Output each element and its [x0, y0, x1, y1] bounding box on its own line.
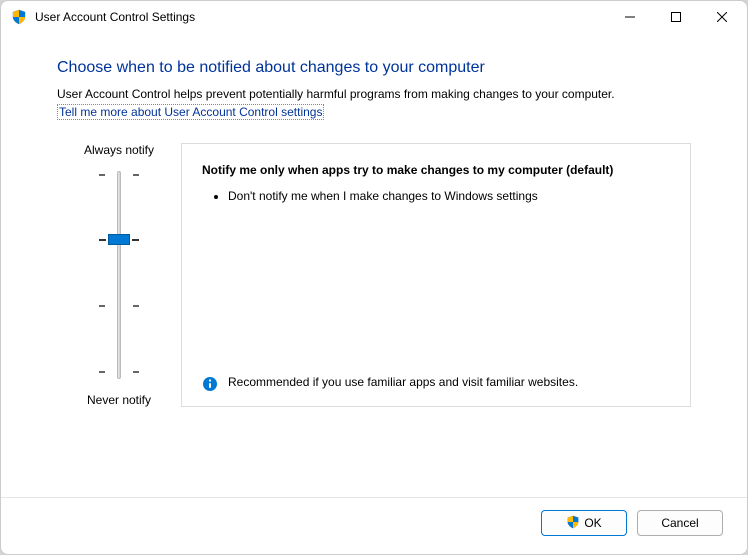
maximize-button[interactable]	[653, 1, 699, 33]
uac-slider[interactable]	[89, 165, 149, 385]
ok-button[interactable]: OK	[541, 510, 627, 536]
uac-settings-window: User Account Control Settings Choose whe…	[0, 0, 748, 555]
slider-tick	[99, 371, 105, 373]
cancel-label: Cancel	[661, 516, 698, 530]
page-description: User Account Control helps prevent poten…	[57, 87, 691, 101]
info-bullets: Don't notify me when I make changes to W…	[202, 188, 670, 205]
slider-track	[117, 171, 121, 379]
slider-bottom-label: Never notify	[87, 393, 151, 407]
recommendation-text: Recommended if you use familiar apps and…	[228, 375, 578, 389]
window-title: User Account Control Settings	[35, 10, 607, 24]
window-controls	[607, 1, 745, 33]
thumb-dash	[132, 239, 139, 241]
slider-tick	[133, 174, 139, 176]
shield-icon	[11, 9, 27, 25]
slider-tick	[99, 305, 105, 307]
slider-top-label: Always notify	[84, 143, 154, 157]
slider-tick	[133, 305, 139, 307]
content-area: Choose when to be notified about changes…	[1, 33, 747, 497]
minimize-button[interactable]	[607, 1, 653, 33]
info-icon	[202, 376, 218, 392]
slider-tick	[133, 371, 139, 373]
notification-info-box: Notify me only when apps try to make cha…	[181, 143, 691, 407]
learn-more-link[interactable]: Tell me more about User Account Control …	[57, 104, 324, 120]
titlebar: User Account Control Settings	[1, 1, 747, 33]
info-bullet: Don't notify me when I make changes to W…	[228, 188, 670, 205]
cancel-button[interactable]: Cancel	[637, 510, 723, 536]
slider-column: Always notify Never notify	[57, 143, 181, 407]
slider-tick	[99, 174, 105, 176]
slider-section: Always notify Never notify	[57, 143, 691, 407]
thumb-dash	[99, 239, 106, 241]
shield-icon	[566, 515, 580, 532]
slider-thumb[interactable]	[108, 234, 130, 245]
dialog-footer: OK Cancel	[1, 497, 747, 554]
recommendation-row: Recommended if you use familiar apps and…	[202, 375, 670, 392]
page-heading: Choose when to be notified about changes…	[57, 59, 691, 77]
close-button[interactable]	[699, 1, 745, 33]
ok-label: OK	[584, 516, 601, 530]
info-title: Notify me only when apps try to make cha…	[202, 162, 670, 178]
